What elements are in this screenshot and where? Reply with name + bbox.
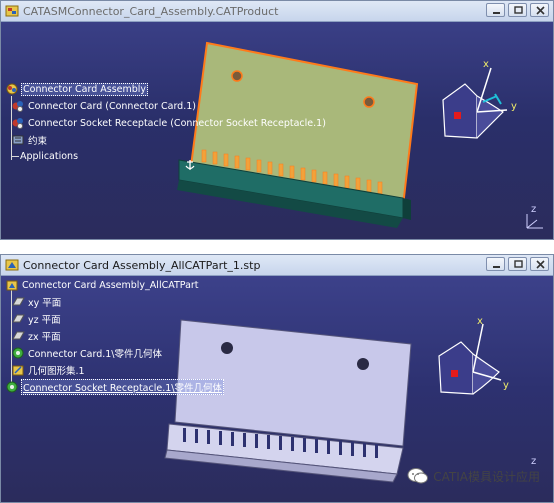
window-bottom-stp[interactable]: Connector Card Assembly_AllCATPart_1.stp <box>0 254 554 503</box>
tree-root-node[interactable]: Connector Card Assembly_AllCATPart <box>5 278 200 292</box>
maximize-button[interactable] <box>508 3 527 17</box>
top-3d-viewport[interactable]: Connector Card Assembly Connector Card (… <box>1 22 553 239</box>
tree-item-label: Connector Card.1\零件几何体 <box>28 349 163 360</box>
minimize-button[interactable] <box>486 3 505 17</box>
anchor-icon <box>185 160 195 170</box>
plane-icon <box>12 297 25 306</box>
close-icon <box>536 260 545 269</box>
part-body-icon <box>6 280 18 291</box>
gear-body-icon <box>12 347 24 359</box>
window-bottom-title: Connector Card Assembly_AllCATPart_1.stp <box>23 258 261 272</box>
catpart-icon <box>5 259 19 271</box>
tree-item-label: zx 平面 <box>28 332 61 343</box>
window-top-catproduct[interactable]: CATASMConnector_Card_Assembly.CATProduct <box>0 0 554 240</box>
compass-x-label: x <box>483 59 489 70</box>
maximize-icon <box>514 6 523 14</box>
geometric-set-icon <box>12 365 24 376</box>
tree-item-label: 几何图形集.1 <box>28 366 85 377</box>
maximize-icon <box>514 260 523 268</box>
tree-item-socket-receptacle-body[interactable]: Connector Socket Receptacle.1\零件几何体 <box>5 379 224 395</box>
close-icon <box>536 6 545 15</box>
tree-item-geometric-set[interactable]: 几何图形集.1 <box>11 363 86 377</box>
tree-item-zx-plane[interactable]: zx 平面 <box>11 329 62 343</box>
axis-triad-icon <box>526 214 543 229</box>
compass-widget[interactable] <box>421 52 541 172</box>
tree-item-connector-card-body[interactable]: Connector Card.1\零件几何体 <box>11 346 163 360</box>
tree-item-label: Connector Socket Receptacle.1\零件几何体 <box>21 379 224 395</box>
constraints-icon <box>12 135 24 145</box>
tree-root-label: Connector Card Assembly <box>21 82 149 96</box>
wechat-icon <box>407 468 429 484</box>
compass-widget[interactable] <box>421 320 541 430</box>
compass-z-label: z <box>531 456 537 467</box>
assembly-part-model[interactable] <box>161 302 421 492</box>
gear-body-icon <box>6 381 18 393</box>
plane-icon <box>12 331 25 340</box>
compass-y-label: y <box>503 380 509 391</box>
plane-icon <box>12 314 25 323</box>
tree-item-label: Connector Card (Connector Card.1) <box>28 100 196 112</box>
part-product-icon <box>12 118 23 129</box>
tree-item-constraints[interactable]: 约束 <box>11 133 48 147</box>
tree-item-connector-card[interactable]: Connector Card (Connector Card.1) <box>11 99 197 113</box>
close-button[interactable] <box>530 3 549 17</box>
connector-card-model[interactable] <box>171 38 431 238</box>
window-top-titlebar[interactable]: CATASMConnector_Card_Assembly.CATProduct <box>1 1 553 22</box>
watermark-text: CATIA模具设计应用 <box>433 469 540 484</box>
watermark: CATIA模具设计应用 <box>407 467 540 485</box>
tree-item-socket-receptacle[interactable]: Connector Socket Receptacle (Connector S… <box>11 116 327 130</box>
part-product-icon <box>12 101 23 112</box>
minimize-icon <box>493 266 500 268</box>
tree-root-label: Connector Card Assembly_AllCATPart <box>22 279 199 291</box>
minimize-button[interactable] <box>486 257 505 271</box>
catproduct-icon <box>5 5 19 17</box>
minimize-icon <box>493 12 500 14</box>
tree-item-label: Applications <box>20 150 79 162</box>
tree-item-label: yz 平面 <box>28 315 61 326</box>
window-top-title: CATASMConnector_Card_Assembly.CATProduct <box>23 4 279 18</box>
tree-item-applications[interactable]: Applications <box>19 149 79 163</box>
compass-y-label: y <box>511 101 517 112</box>
compass-x-label: x <box>477 316 483 327</box>
maximize-button[interactable] <box>508 257 527 271</box>
tree-root-node[interactable]: Connector Card Assembly <box>5 82 149 96</box>
window-bottom-titlebar[interactable]: Connector Card Assembly_AllCATPart_1.stp <box>1 255 553 276</box>
tree-item-xy-plane[interactable]: xy 平面 <box>11 295 62 309</box>
tree-item-yz-plane[interactable]: yz 平面 <box>11 312 62 326</box>
tree-item-label: Connector Socket Receptacle (Connector S… <box>28 117 326 129</box>
close-button[interactable] <box>530 257 549 271</box>
tree-item-label: xy 平面 <box>28 298 62 309</box>
tree-item-label: 约束 <box>28 136 48 147</box>
assembly-icon <box>6 83 18 95</box>
